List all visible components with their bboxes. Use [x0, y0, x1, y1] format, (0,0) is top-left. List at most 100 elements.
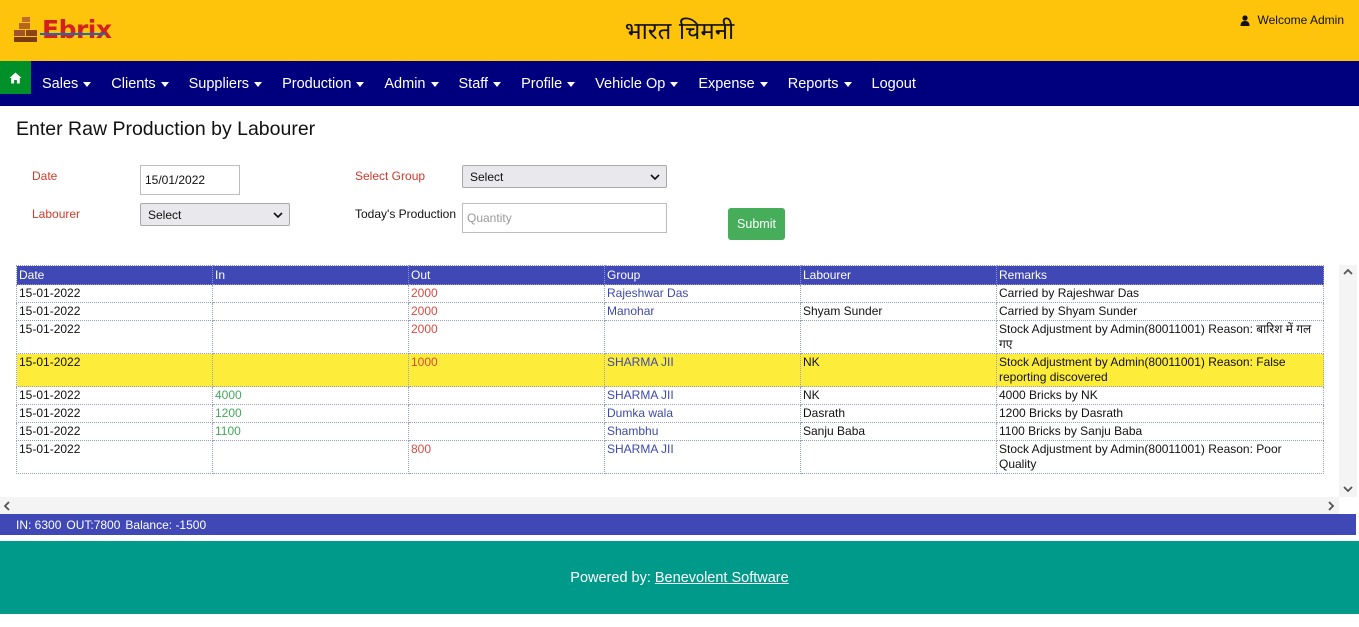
- nav-clients[interactable]: Clients: [101, 61, 178, 106]
- cell-in: [212, 320, 409, 354]
- group-label: Select Group: [355, 169, 426, 183]
- production-table-container: Date In Out Group Labourer Remarks 15-01…: [16, 265, 1324, 474]
- cell-date: 15-01-2022: [16, 440, 213, 474]
- cell-remarks: 1200 Bricks by Dasrath: [996, 404, 1324, 423]
- cell-in: 4000: [212, 386, 409, 405]
- scroll-left-arrow-icon[interactable]: [3, 501, 11, 511]
- total-in: IN: 6300: [16, 517, 62, 532]
- table-row[interactable]: 15-01-2022 4000 SHARMA JII NK 4000 Brick…: [16, 386, 1324, 405]
- cell-remarks: Stock Adjustment by Admin(80011001) Reas…: [996, 320, 1324, 354]
- cell-out: 2000: [408, 320, 605, 354]
- cell-group: SHARMA JII: [604, 353, 801, 387]
- column-header-group[interactable]: Group: [604, 265, 801, 285]
- caret-down-icon: [670, 81, 679, 87]
- table-row[interactable]: 15-01-2022 800 SHARMA JII Stock Adjustme…: [16, 440, 1324, 474]
- table-row-highlighted[interactable]: 15-01-2022 1000 SHARMA JII NK Stock Adju…: [16, 353, 1324, 387]
- cell-remarks: Stock Adjustment by Admin(80011001) Reas…: [996, 353, 1324, 387]
- table-row[interactable]: 15-01-2022 1100 Shambhu Sanju Baba 1100 …: [16, 422, 1324, 441]
- nav-expense[interactable]: Expense: [688, 61, 777, 106]
- caret-down-icon: [254, 81, 263, 87]
- home-icon: [9, 72, 22, 83]
- labourer-label: Labourer: [32, 207, 81, 221]
- nav-suppliers[interactable]: Suppliers: [179, 61, 272, 106]
- top-header: Ebrix भारत चिमनी Welcome Admin: [0, 0, 1359, 61]
- quantity-input[interactable]: [462, 203, 667, 233]
- cell-labourer: [800, 440, 997, 474]
- user-icon: [1240, 14, 1250, 26]
- nav-staff[interactable]: Staff: [449, 61, 512, 106]
- nav-items: Sales Clients Suppliers Production Admin…: [32, 61, 926, 106]
- cell-remarks: Carried by Rajeshwar Das: [996, 284, 1324, 303]
- date-input[interactable]: [140, 165, 240, 195]
- nav-production[interactable]: Production: [272, 61, 374, 106]
- cell-remarks: Stock Adjustment by Admin(80011001) Reas…: [996, 440, 1324, 474]
- cell-in: [212, 440, 409, 474]
- cell-remarks: 1100 Bricks by Sanju Baba: [996, 422, 1324, 441]
- cell-group: Manohar: [604, 302, 801, 321]
- main-navbar: Sales Clients Suppliers Production Admin…: [0, 61, 1359, 106]
- home-button[interactable]: [0, 61, 31, 94]
- welcome-user[interactable]: Welcome Admin: [1240, 13, 1344, 27]
- column-header-labourer[interactable]: Labourer: [800, 265, 997, 285]
- submit-button[interactable]: Submit: [728, 208, 785, 240]
- cell-group: Rajeshwar Das: [604, 284, 801, 303]
- cell-group: [604, 320, 801, 354]
- chevron-down-icon: [650, 173, 660, 180]
- column-header-date[interactable]: Date: [16, 265, 213, 285]
- nav-vehicle-op[interactable]: Vehicle Op: [585, 61, 688, 106]
- cell-group: Shambhu: [604, 422, 801, 441]
- caret-down-icon: [356, 81, 365, 87]
- date-label: Date: [32, 169, 58, 183]
- cell-out: 2000: [408, 284, 605, 303]
- table-row[interactable]: 15-01-2022 2000 Manohar Shyam Sunder Car…: [16, 302, 1324, 321]
- cell-out: [408, 422, 605, 441]
- cell-in: [212, 353, 409, 387]
- labourer-select[interactable]: Select: [140, 203, 290, 226]
- cell-out: 1000: [408, 353, 605, 387]
- cell-group: SHARMA JII: [604, 386, 801, 405]
- cell-group: Dumka wala: [604, 404, 801, 423]
- total-out: OUT:7800: [66, 517, 121, 532]
- vertical-scrollbar[interactable]: [1339, 265, 1357, 497]
- table-row[interactable]: 15-01-2022 1200 Dumka wala Dasrath 1200 …: [16, 404, 1324, 423]
- cell-labourer: [800, 284, 997, 303]
- chevron-down-icon: [273, 211, 283, 218]
- horizontal-scrollbar[interactable]: [0, 497, 1339, 514]
- table-header-row: Date In Out Group Labourer Remarks: [16, 265, 1324, 285]
- footer: Powered by: Benevolent Software: [0, 541, 1359, 614]
- cell-date: 15-01-2022: [16, 284, 213, 303]
- group-select[interactable]: Select: [462, 165, 667, 188]
- caret-down-icon: [567, 81, 576, 87]
- scroll-down-arrow-icon[interactable]: [1343, 485, 1353, 493]
- brand-title: भारत चिमनी: [624, 17, 735, 45]
- table-row[interactable]: 15-01-2022 2000 Rajeshwar Das Carried by…: [16, 284, 1324, 303]
- caret-down-icon: [759, 81, 768, 87]
- nav-logout[interactable]: Logout: [862, 61, 926, 106]
- footer-company-link[interactable]: Benevolent Software: [655, 570, 789, 586]
- caret-down-icon: [83, 81, 92, 87]
- cell-labourer: Dasrath: [800, 404, 997, 423]
- cell-date: 15-01-2022: [16, 422, 213, 441]
- cell-in: 1200: [212, 404, 409, 423]
- nav-sales[interactable]: Sales: [32, 61, 101, 106]
- cell-date: 15-01-2022: [16, 386, 213, 405]
- cell-in: 1100: [212, 422, 409, 441]
- column-header-out[interactable]: Out: [408, 265, 605, 285]
- cell-out: [408, 404, 605, 423]
- balance: Balance: -1500: [125, 517, 207, 532]
- scroll-up-arrow-icon[interactable]: [1343, 268, 1353, 276]
- labourer-select-value: Select: [148, 207, 182, 222]
- caret-down-icon: [430, 81, 439, 87]
- cell-date: 15-01-2022: [16, 353, 213, 387]
- cell-labourer: NK: [800, 353, 997, 387]
- table-row[interactable]: 15-01-2022 2000 Stock Adjustment by Admi…: [16, 320, 1324, 354]
- column-header-remarks[interactable]: Remarks: [996, 265, 1324, 285]
- nav-admin[interactable]: Admin: [374, 61, 448, 106]
- nav-profile[interactable]: Profile: [511, 61, 585, 106]
- scroll-right-arrow-icon[interactable]: [1327, 501, 1335, 511]
- column-header-in[interactable]: In: [212, 265, 409, 285]
- welcome-text: Welcome Admin: [1257, 13, 1344, 27]
- nav-reports[interactable]: Reports: [778, 61, 862, 106]
- cell-group: SHARMA JII: [604, 440, 801, 474]
- production-label: Today's Production: [355, 207, 457, 221]
